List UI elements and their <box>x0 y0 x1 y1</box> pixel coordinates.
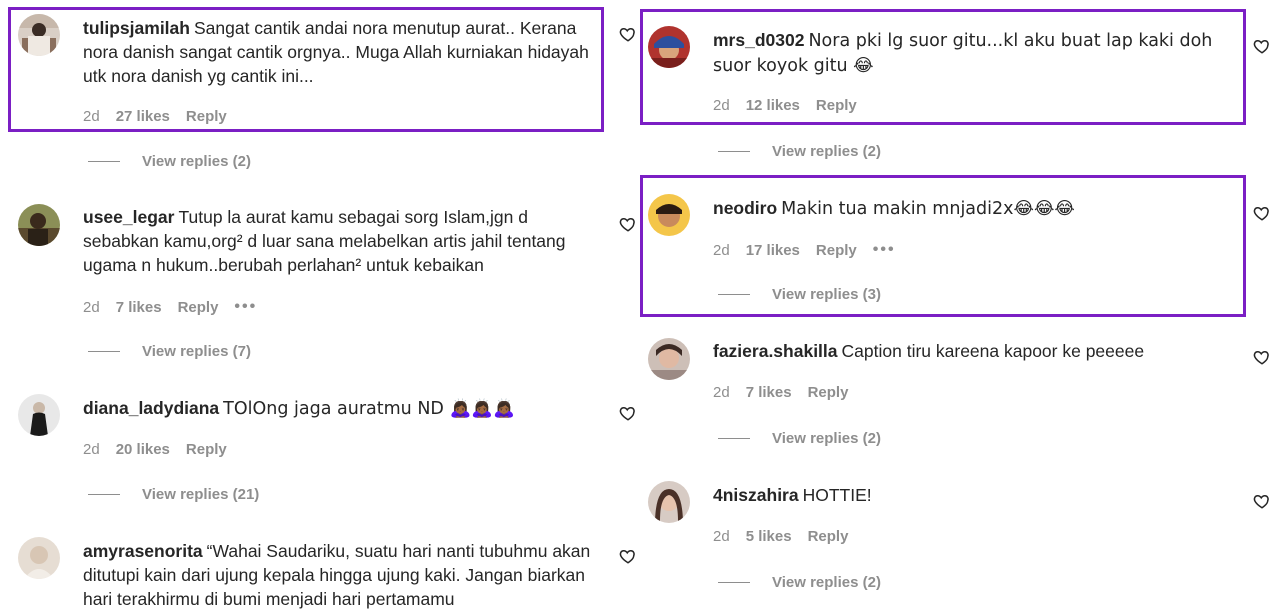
heart-icon[interactable] <box>1253 37 1271 55</box>
comment-meta: 2d 12 likes Reply <box>713 97 873 114</box>
username[interactable]: neodiro <box>713 198 777 218</box>
divider-line <box>88 351 120 352</box>
timestamp[interactable]: 2d <box>83 441 100 458</box>
avatar[interactable] <box>648 26 690 68</box>
view-replies-label: View replies (2) <box>772 574 881 591</box>
comment-text: usee_legar Tutup la aurat kamu sebagai so… <box>83 205 603 277</box>
likes-count[interactable]: 20 likes <box>116 441 170 458</box>
avatar[interactable] <box>18 394 60 436</box>
reply-button[interactable]: Reply <box>808 528 849 545</box>
view-replies-button[interactable]: View replies (2) <box>718 430 881 447</box>
comment-text: neodiro Makin tua makin mnjadi2x😂😂😂 <box>713 196 1233 221</box>
heart-icon[interactable] <box>1253 348 1271 366</box>
view-replies-label: View replies (21) <box>142 486 260 503</box>
comment-meta: 2d 5 likes Reply <box>713 528 864 545</box>
view-replies-label: View replies (2) <box>772 430 881 447</box>
heart-icon[interactable] <box>619 404 637 422</box>
divider-line <box>718 438 750 439</box>
comment-meta: 2d 27 likes Reply <box>83 108 243 125</box>
timestamp[interactable]: 2d <box>713 528 730 545</box>
divider-line <box>88 494 120 495</box>
divider-line <box>718 294 750 295</box>
avatar[interactable] <box>18 537 60 579</box>
username[interactable]: 4niszahira <box>713 485 799 505</box>
view-replies-button[interactable]: View replies (21) <box>88 486 259 503</box>
heart-icon[interactable] <box>619 25 637 43</box>
comment-meta: 2d 7 likes Reply <box>713 384 864 401</box>
likes-count[interactable]: 5 likes <box>746 528 792 545</box>
timestamp[interactable]: 2d <box>83 108 100 125</box>
comment-body: TOlOng jaga auratmu ND 🙇🏾‍♀️🙇🏾‍♀️🙇🏾‍♀️ <box>223 399 515 419</box>
likes-count[interactable]: 27 likes <box>116 108 170 125</box>
reply-button[interactable]: Reply <box>816 97 857 114</box>
comment-body: Caption tiru kareena kapoor ke peeeee <box>841 341 1145 361</box>
view-replies-label: View replies (3) <box>772 286 881 303</box>
comment-body: HOTTIE! <box>802 485 872 505</box>
timestamp[interactable]: 2d <box>83 299 100 316</box>
reply-button[interactable]: Reply <box>186 108 227 125</box>
likes-count[interactable]: 7 likes <box>116 299 162 316</box>
heart-icon[interactable] <box>619 215 637 233</box>
username[interactable]: tulipsjamilah <box>83 18 190 38</box>
view-replies-label: View replies (7) <box>142 343 251 360</box>
reply-button[interactable]: Reply <box>816 242 857 259</box>
reply-button[interactable]: Reply <box>178 299 219 316</box>
timestamp[interactable]: 2d <box>713 242 730 259</box>
reply-button[interactable]: Reply <box>186 441 227 458</box>
timestamp[interactable]: 2d <box>713 384 730 401</box>
avatar[interactable] <box>648 338 690 380</box>
view-replies-button[interactable]: View replies (7) <box>88 343 251 360</box>
divider-line <box>718 582 750 583</box>
timestamp[interactable]: 2d <box>713 97 730 114</box>
view-replies-button[interactable]: View replies (2) <box>88 153 251 170</box>
comment-meta: 2d 20 likes Reply <box>83 441 243 458</box>
reply-button[interactable]: Reply <box>808 384 849 401</box>
comment-body: Makin tua makin mnjadi2x😂😂😂 <box>781 199 1075 219</box>
comment-meta: 2d 7 likes Reply ••• <box>83 298 273 316</box>
divider-line <box>718 151 750 152</box>
view-replies-label: View replies (2) <box>772 143 881 160</box>
likes-count[interactable]: 12 likes <box>746 97 800 114</box>
view-replies-label: View replies (2) <box>142 153 251 170</box>
divider-line <box>88 161 120 162</box>
comment-text: diana_ladydiana TOlOng jaga auratmu ND 🙇🏾… <box>83 396 603 421</box>
heart-icon[interactable] <box>1253 492 1271 510</box>
username[interactable]: usee_legar <box>83 207 174 227</box>
likes-count[interactable]: 17 likes <box>746 242 800 259</box>
heart-icon[interactable] <box>619 547 637 565</box>
comment-text: mrs_d0302 Nora pki lg suor gitu...kl aku … <box>713 28 1233 78</box>
avatar[interactable] <box>648 481 690 523</box>
comment-text: amyrasenorita “Wahai Saudariku, suatu har… <box>83 539 603 611</box>
avatar[interactable] <box>18 14 60 56</box>
username[interactable]: faziera.shakilla <box>713 341 838 361</box>
likes-count[interactable]: 7 likes <box>746 384 792 401</box>
username[interactable]: mrs_d0302 <box>713 30 804 50</box>
heart-icon[interactable] <box>1253 204 1271 222</box>
comment-text: 4niszahira HOTTIE! <box>713 483 1233 507</box>
username[interactable]: amyrasenorita <box>83 541 203 561</box>
more-options-icon[interactable]: ••• <box>234 298 257 316</box>
avatar[interactable] <box>18 204 60 246</box>
comment-meta: 2d 17 likes Reply ••• <box>713 241 912 259</box>
view-replies-button[interactable]: View replies (2) <box>718 143 881 160</box>
comment-text: tulipsjamilah Sangat cantik andai nora me… <box>83 16 603 88</box>
view-replies-button[interactable]: View replies (3) <box>718 286 881 303</box>
avatar[interactable] <box>648 194 690 236</box>
view-replies-button[interactable]: View replies (2) <box>718 574 881 591</box>
more-options-icon[interactable]: ••• <box>873 241 896 259</box>
comment-text: faziera.shakilla Caption tiru kareena kap… <box>713 339 1233 363</box>
username[interactable]: diana_ladydiana <box>83 398 219 418</box>
